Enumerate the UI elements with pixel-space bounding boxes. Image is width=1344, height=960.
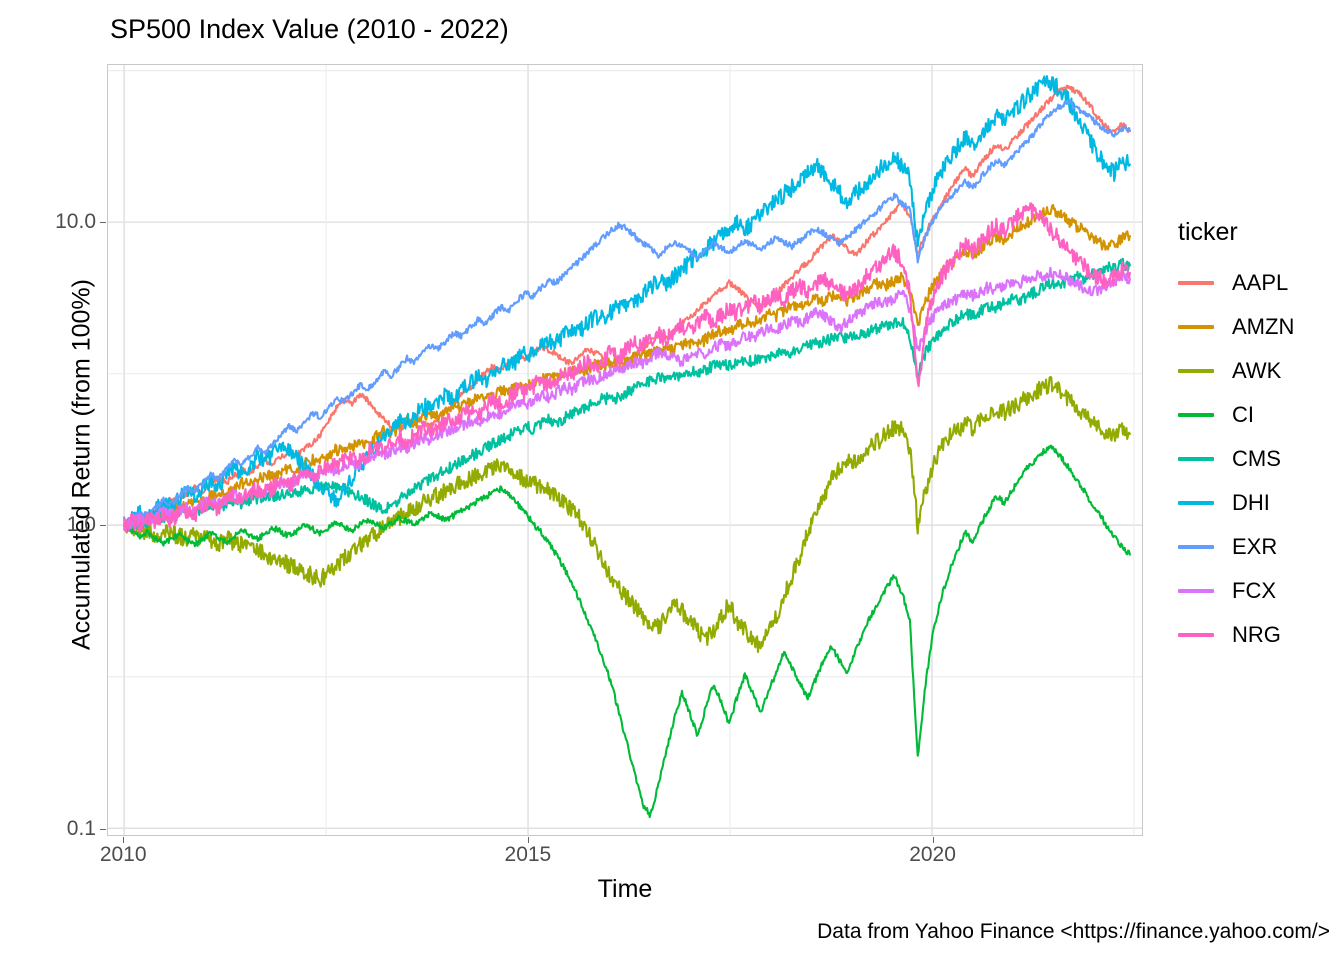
legend-color-swatch xyxy=(1178,545,1214,549)
y-tick-mark xyxy=(100,525,106,527)
legend-item-dhi[interactable]: DHI xyxy=(1178,481,1338,525)
series-line-awk xyxy=(123,375,1131,654)
legend-color-swatch xyxy=(1178,281,1214,285)
legend-item-amzn[interactable]: AMZN xyxy=(1178,305,1338,349)
legend-item-aapl[interactable]: AAPL xyxy=(1178,261,1338,305)
legend-item-label: AAPL xyxy=(1232,270,1289,295)
x-tick-label: 2010 xyxy=(99,843,147,866)
legend-item-ci[interactable]: CI xyxy=(1178,393,1338,437)
plot-panel xyxy=(107,64,1143,836)
legend-item-exr[interactable]: EXR xyxy=(1178,525,1338,569)
legend-item-label: CI xyxy=(1232,402,1254,427)
legend-color-swatch xyxy=(1178,413,1214,417)
legend-items: AAPL AMZN AWK CI CMS DHI EXR FCX NRG xyxy=(1178,261,1338,657)
legend-title: ticker xyxy=(1178,218,1238,246)
y-tick-label: 0.1 xyxy=(66,817,96,841)
legend-item-label: AWK xyxy=(1232,358,1282,383)
legend-item-awk[interactable]: AWK xyxy=(1178,349,1338,393)
legend-color-swatch xyxy=(1178,325,1214,329)
legend-color-swatch xyxy=(1178,501,1214,505)
legend-item-label: CMS xyxy=(1232,446,1281,471)
legend-item-label: FCX xyxy=(1232,578,1276,603)
x-axis-title: Time xyxy=(597,875,653,903)
chart-title: SP500 Index Value (2010 - 2022) xyxy=(110,14,509,44)
x-tick-mark xyxy=(123,837,125,843)
y-tick-mark xyxy=(100,221,106,223)
legend-color-swatch xyxy=(1178,457,1214,461)
y-tick-label: 1.0 xyxy=(66,513,96,537)
legend-color-swatch xyxy=(1178,369,1214,373)
y-axis-tick-labels: 0.1 1.0 10.0 xyxy=(0,64,96,841)
x-tick-label: 2015 xyxy=(504,843,552,866)
x-tick-label: 2020 xyxy=(909,843,956,866)
chart-caption: Data from Yahoo Finance <https://finance… xyxy=(817,920,1330,943)
plot-lines xyxy=(108,65,1142,835)
legend-color-swatch xyxy=(1178,633,1214,637)
legend-item-label: EXR xyxy=(1232,534,1278,559)
x-tick-mark xyxy=(932,837,934,843)
legend-item-label: AMZN xyxy=(1232,314,1295,339)
legend-item-nrg[interactable]: NRG xyxy=(1178,613,1338,657)
legend: ticker AAPL AMZN AWK CI CMS DHI EXR FCX NRG xyxy=(1178,218,1338,657)
legend-item-cms[interactable]: CMS xyxy=(1178,437,1338,481)
legend-item-label: DHI xyxy=(1232,490,1270,515)
legend-color-swatch xyxy=(1178,589,1214,593)
y-tick-label: 10.0 xyxy=(55,209,96,233)
x-tick-mark xyxy=(527,837,529,843)
legend-item-fcx[interactable]: FCX xyxy=(1178,569,1338,613)
legend-item-label: NRG xyxy=(1232,622,1281,647)
y-tick-mark xyxy=(100,829,106,831)
chart-container: SP500 Index Value (2010 - 2022) Accumula… xyxy=(0,0,1344,960)
